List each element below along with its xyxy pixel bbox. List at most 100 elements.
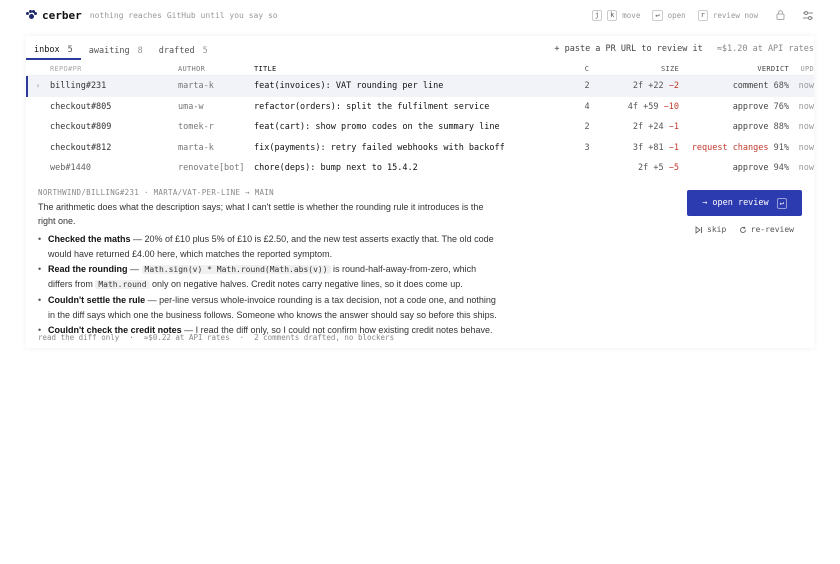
hotkey-move: j k move <box>591 10 640 21</box>
row-title: chore(deps): bump next to 15.4.2 <box>254 163 418 174</box>
finding-list: Checked the maths — 20% of £10 plus 5% o… <box>38 232 498 337</box>
row-size: 3f +81 −1 <box>632 142 679 153</box>
row-repo: web#1440 <box>50 163 91 174</box>
rereview-button[interactable]: re-review <box>739 225 794 234</box>
row-verdict: approve 88% <box>732 122 789 133</box>
row-comments: 2 <box>584 81 590 92</box>
col-c[interactable]: C <box>577 65 597 73</box>
table-header: REPO#PR AUTHOR TITLE C SIZE VERDICT UPD <box>26 62 814 76</box>
finding-item: Couldn't settle the rule — per-line vers… <box>38 293 498 322</box>
key-j: j <box>591 10 603 21</box>
hotkey-review-label: review now <box>712 11 758 20</box>
tab-inbox[interactable]: inbox 5 <box>26 42 81 60</box>
row-comments: 4 <box>584 101 590 112</box>
skip-button[interactable]: skip <box>695 225 726 234</box>
col-upd[interactable]: UPD <box>789 65 814 73</box>
row-repo: billing#231 <box>50 81 107 92</box>
row-updated: now <box>798 81 814 92</box>
review-actions: → open review ↵ skip re-review <box>687 190 802 234</box>
tab-inbox-label: inbox <box>34 45 60 55</box>
row-author: tomek-r <box>178 122 214 133</box>
row-author: renovate[bot] <box>178 163 245 174</box>
col-size[interactable]: SIZE <box>597 65 679 73</box>
finding-item: Read the rounding — Math.sign(v) * Math.… <box>38 262 498 293</box>
open-review-label: → open review <box>702 198 769 208</box>
row-author: marta-k <box>178 81 214 92</box>
row-size: 2f +5 −5 <box>638 163 679 174</box>
row-author: marta-k <box>178 142 214 153</box>
row-updated: now <box>798 122 814 133</box>
row-title: feat(cart): show promo codes on the summ… <box>254 122 500 133</box>
key-k: k <box>607 10 618 21</box>
finding-item: Checked the maths — 20% of £10 plus 5% o… <box>38 232 498 261</box>
refresh-icon <box>739 225 746 233</box>
row-repo: checkout#805 <box>50 101 112 112</box>
row-size: 4f +59 −10 <box>627 101 679 112</box>
table-row[interactable]: checkout#805 uma-w refactor(orders): spl… <box>26 97 814 118</box>
paste-pr-url[interactable]: + paste a PR URL to review it ≈$1.20 at … <box>554 44 814 54</box>
queue-tabs: inbox 5 awaiting 8 drafted 5 <box>26 42 216 60</box>
row-verdict: approve 94% <box>732 163 789 174</box>
col-title[interactable]: TITLE <box>254 65 577 73</box>
row-comments: 3 <box>584 142 590 153</box>
row-title: refactor(orders): split the fulfilment s… <box>254 101 490 112</box>
hotkey-open-label: open <box>667 11 686 20</box>
col-author[interactable]: AUTHOR <box>178 65 254 73</box>
chevron-right-icon: › <box>35 82 41 91</box>
paw-logo-icon <box>26 10 37 20</box>
table-row[interactable]: checkout#809 tomek-r feat(cart): show pr… <box>26 117 814 138</box>
overflow-fade <box>38 351 498 369</box>
brand[interactable]: cerber <box>26 9 82 22</box>
hotkey-review: r review now <box>697 10 758 21</box>
tab-awaiting-count: 8 <box>137 46 143 56</box>
rereview-label: re-review <box>750 225 794 234</box>
skip-label: skip <box>707 225 727 234</box>
app-name: cerber <box>42 8 82 22</box>
table-row[interactable]: checkout#812 marta-k fix(payments): retr… <box>26 138 814 159</box>
row-updated: now <box>798 142 814 153</box>
col-repo[interactable]: REPO#PR <box>50 65 178 73</box>
review-summary: The arithmetic does what the description… <box>38 202 484 226</box>
tab-inbox-count: 5 <box>67 45 73 55</box>
table-row[interactable]: › billing#231 marta-k feat(invoices): VA… <box>26 76 814 97</box>
hotkey-hints: j k move ↵ open r review now <box>591 10 758 21</box>
footer-mode: read the diff only <box>38 333 120 342</box>
row-size: 2f +24 −1 <box>632 122 679 133</box>
tab-drafted-count: 5 <box>202 46 208 56</box>
row-verdict: approve 76% <box>732 101 789 112</box>
row-updated: now <box>798 163 814 174</box>
inline-code: Math.round <box>95 280 150 289</box>
row-author: uma-w <box>178 101 204 112</box>
row-updated: now <box>798 101 814 112</box>
row-repo: checkout#812 <box>50 142 112 153</box>
skip-icon <box>695 225 702 234</box>
table-row[interactable]: web#1440 renovate[bot] chore(deps): bump… <box>26 158 814 179</box>
row-size: 2f +22 −2 <box>632 81 679 92</box>
top-bar: cerber nothing reaches GitHub until you … <box>0 0 840 30</box>
tab-drafted-label: drafted <box>158 46 195 56</box>
tab-awaiting[interactable]: awaiting 8 <box>81 42 151 60</box>
tab-drafted[interactable]: drafted 5 <box>151 42 216 60</box>
row-verdict: request changes 91% <box>691 142 789 153</box>
footer-cost: ≈$0.22 at API rates <box>143 333 230 342</box>
app-tagline: nothing reaches GitHub until you say so <box>89 10 278 20</box>
lock-icon[interactable] <box>774 9 786 21</box>
row-verdict: comment 68% <box>732 81 789 92</box>
col-verdict[interactable]: VERDICT <box>679 65 789 73</box>
open-review-button[interactable]: → open review ↵ <box>687 190 802 216</box>
row-repo: checkout#809 <box>50 122 112 133</box>
key-enter: ↵ <box>652 10 663 21</box>
hotkey-open: ↵ open <box>652 10 686 21</box>
footer-status: 2 comments drafted, no blockers <box>254 333 395 342</box>
key-enter: ↵ <box>776 197 787 209</box>
row-title: feat(invoices): VAT rounding per line <box>254 81 444 92</box>
review-queue-panel: inbox 5 awaiting 8 drafted 5 + paste a P… <box>26 36 814 369</box>
settings-sliders-icon[interactable] <box>802 9 814 21</box>
inline-code: Math.sign(v) * Math.round(Math.abs(v)) <box>141 264 331 274</box>
key-r: r <box>697 10 708 21</box>
breadcrumb: NORTHWIND/BILLING#231 · MARTA/VAT-PER-LI… <box>38 188 274 197</box>
paste-pr-url-label: + paste a PR URL to review it <box>554 44 703 54</box>
status-footer: read the diff only · ≈$0.22 at API rates… <box>38 333 395 342</box>
pr-table: REPO#PR AUTHOR TITLE C SIZE VERDICT UPD … <box>26 62 814 179</box>
row-comments: 2 <box>584 122 590 133</box>
